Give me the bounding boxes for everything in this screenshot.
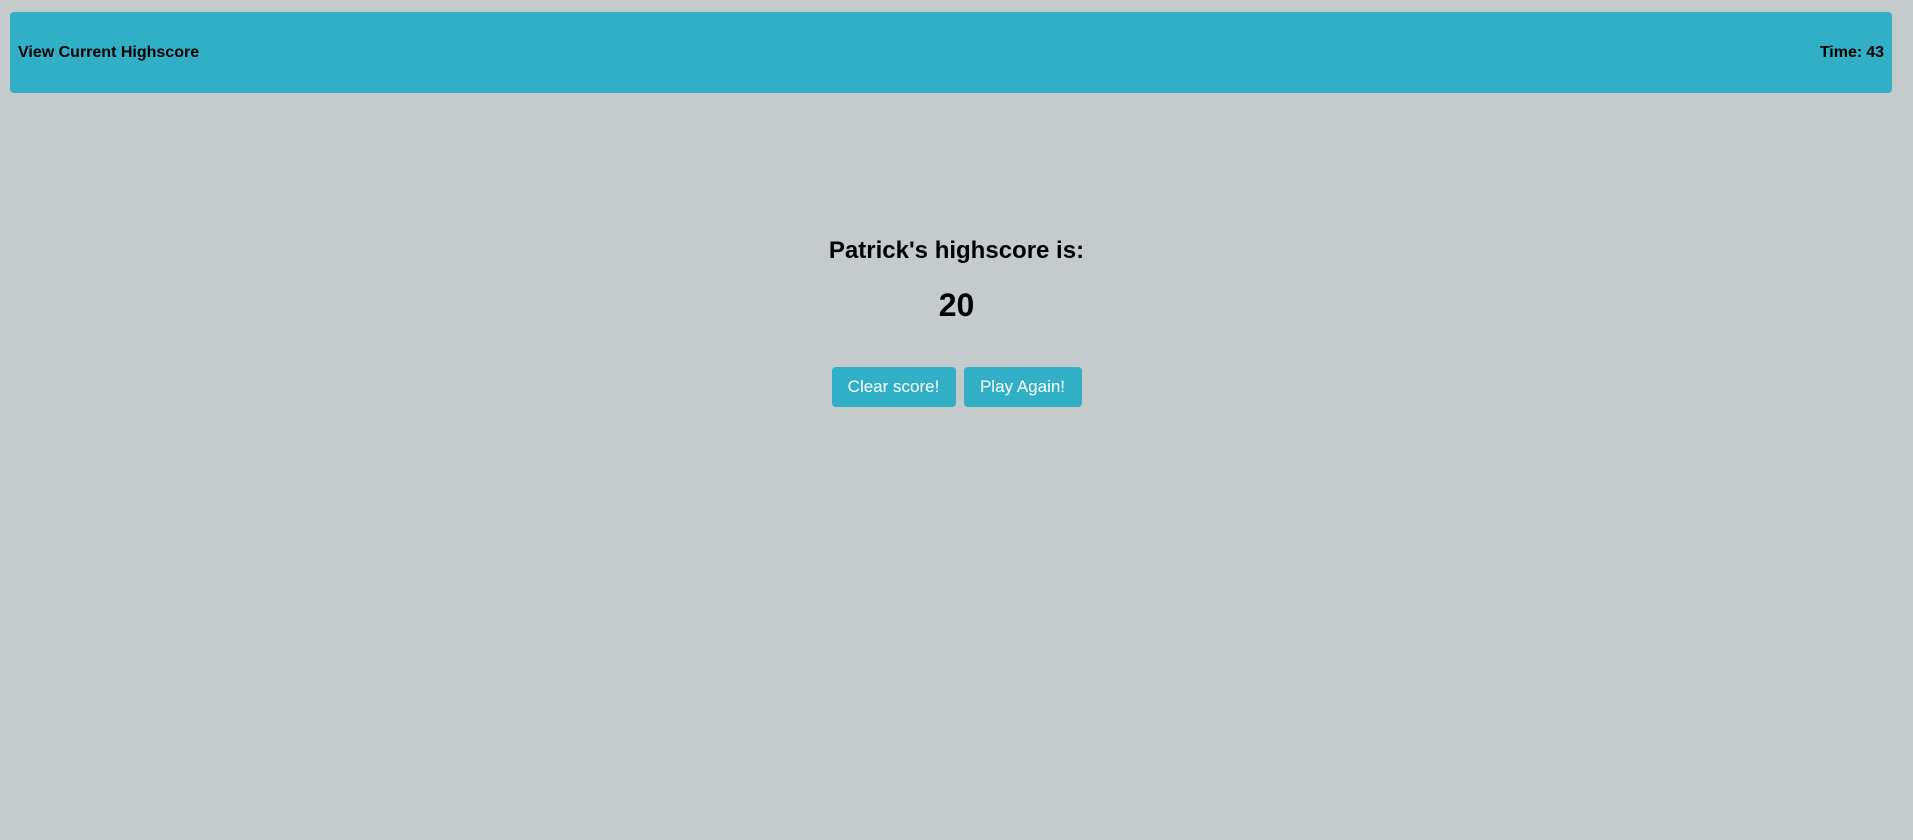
- action-buttons: Clear score! Play Again!: [0, 367, 1913, 407]
- timer: Time: 43: [1820, 44, 1884, 62]
- highscore-value: 20: [938, 287, 975, 323]
- highscore-heading: Patrick's highscore is:: [828, 237, 1085, 264]
- play-again-button[interactable]: Play Again!: [963, 367, 1082, 407]
- clear-score-button[interactable]: Clear score!: [831, 367, 956, 407]
- time-value: 43: [1866, 43, 1884, 61]
- time-label: Time:: [1819, 43, 1863, 61]
- top-bar: View Current Highscore Time: 43: [10, 12, 1892, 93]
- view-highscore-link[interactable]: View Current Highscore: [18, 44, 199, 62]
